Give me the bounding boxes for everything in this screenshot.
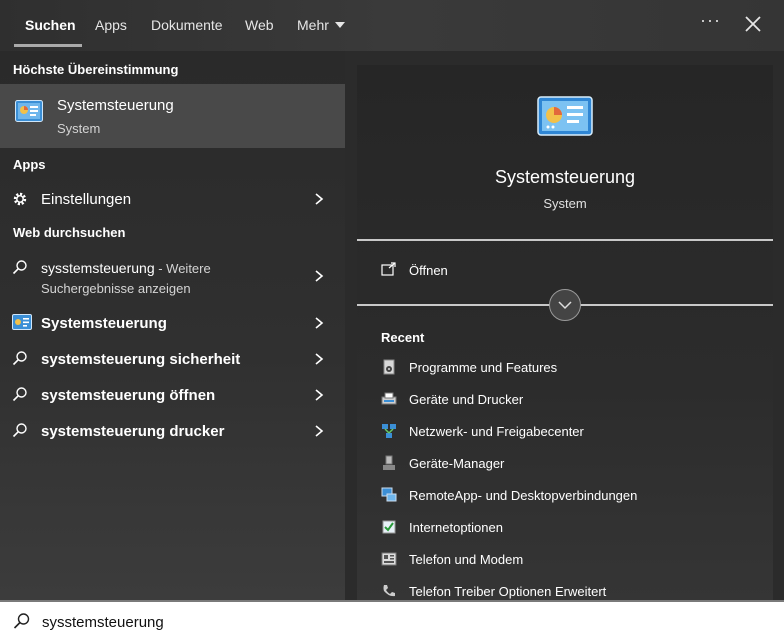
web-query-text: sysstemsteuerung: [41, 260, 155, 276]
recent-item-label: Geräte und Drucker: [409, 392, 524, 407]
active-tab-indicator: [14, 44, 82, 47]
chevron-down-icon: [558, 301, 572, 310]
search-icon: [12, 260, 27, 275]
web-query-suffix: - Weitere: [154, 261, 211, 276]
preview-panel: Systemsteuerung System Öffnen Recent Pro…: [357, 65, 773, 600]
preview-subtitle: System: [543, 196, 587, 211]
close-icon[interactable]: [741, 12, 765, 36]
network-center-icon: [382, 424, 396, 438]
web-item-subline: Suchergebnisse anzeigen: [41, 281, 191, 296]
divider: [357, 239, 773, 241]
web-item-oeffnen[interactable]: systemsteuerung öffnen: [0, 377, 345, 413]
recent-item[interactable]: RemoteApp- und Desktopverbindungen: [357, 483, 773, 511]
web-item-label: sysstemsteuerung - Weitere: [41, 260, 211, 276]
web-item-label: Systemsteuerung: [41, 315, 167, 332]
device-manager-icon: [383, 455, 395, 470]
chevron-right-icon: [315, 389, 324, 401]
chevron-right-icon: [315, 193, 324, 205]
tab-suchen[interactable]: Suchen: [25, 17, 76, 33]
recent-item[interactable]: Programme und Features: [357, 355, 773, 383]
recent-item-label: Geräte-Manager: [409, 456, 505, 471]
recent-item-label: Programme und Features: [409, 360, 558, 375]
recent-item[interactable]: Internetoptionen: [357, 515, 773, 543]
recent-heading: Recent: [381, 330, 425, 345]
caret-down-icon: [334, 22, 345, 28]
tab-mehr-label: Mehr: [297, 17, 329, 33]
web-item-drucker[interactable]: systemsteuerung drucker: [0, 413, 345, 449]
tab-dokumente[interactable]: Dokumente: [151, 17, 223, 33]
devices-printers-icon: [381, 392, 397, 405]
search-tabs-bar: Suchen Apps Dokumente Web Mehr ···: [0, 0, 784, 51]
best-match-heading: Höchste Übereinstimmung: [13, 62, 179, 77]
phone-icon: [383, 585, 395, 597]
recent-item-label: Telefon Treiber Optionen Erweitert: [409, 584, 607, 599]
chevron-right-icon: [315, 317, 324, 329]
control-panel-icon: [15, 100, 43, 122]
open-label: Öffnen: [409, 263, 448, 278]
recent-item[interactable]: Netzwerk- und Freigabecenter: [357, 419, 773, 447]
open-external-icon: [381, 262, 396, 276]
best-match-item[interactable]: Systemsteuerung System: [0, 84, 345, 148]
recent-item[interactable]: Geräte-Manager: [357, 451, 773, 479]
recent-item-label: Telefon und Modem: [409, 552, 524, 567]
best-match-subtitle: System: [57, 121, 101, 136]
recent-item[interactable]: Geräte und Drucker: [357, 387, 773, 415]
web-item-more-results[interactable]: sysstemsteuerung - Weitere Suchergebniss…: [0, 252, 345, 300]
programs-features-icon: [383, 359, 395, 375]
chevron-right-icon: [315, 353, 324, 365]
web-item-label: systemsteuerung drucker: [41, 423, 225, 440]
apps-heading: Apps: [13, 157, 46, 172]
recent-item-label: Internetoptionen: [409, 520, 503, 535]
remote-desktop-icon: [381, 487, 397, 502]
search-icon: [12, 351, 27, 366]
web-item-label: systemsteuerung öffnen: [41, 387, 216, 404]
app-item-label: Einstellungen: [41, 191, 132, 208]
settings-gear-icon: [13, 192, 27, 206]
best-match-title: Systemsteuerung: [57, 97, 174, 114]
tab-apps[interactable]: Apps: [95, 17, 127, 33]
app-item-einstellungen[interactable]: Einstellungen: [0, 181, 345, 217]
search-icon: [12, 387, 27, 402]
internet-options-icon: [382, 520, 396, 534]
search-box[interactable]: [0, 600, 784, 640]
control-panel-icon: [537, 96, 593, 136]
more-options-icon[interactable]: ···: [700, 10, 721, 31]
tab-web[interactable]: Web: [245, 17, 274, 33]
phone-modem-icon: [381, 552, 397, 566]
web-item-systemsteuerung[interactable]: Systemsteuerung: [0, 305, 345, 341]
preview-title: Systemsteuerung: [494, 167, 636, 187]
expand-button[interactable]: [549, 289, 581, 321]
recent-item[interactable]: Telefon und Modem: [357, 547, 773, 575]
results-panel: Höchste Übereinstimmung Systemsteuerung …: [0, 51, 345, 600]
chevron-right-icon: [315, 270, 324, 282]
chevron-right-icon: [315, 425, 324, 437]
recent-item-label: Netzwerk- und Freigabecenter: [409, 424, 584, 439]
search-input[interactable]: [40, 611, 744, 633]
search-icon: [13, 613, 30, 629]
web-item-sicherheit[interactable]: systemsteuerung sicherheit: [0, 341, 345, 377]
tab-mehr[interactable]: Mehr: [297, 17, 345, 33]
recent-item-label: RemoteApp- und Desktopverbindungen: [409, 488, 638, 503]
web-item-label: systemsteuerung sicherheit: [41, 351, 241, 368]
open-button[interactable]: Öffnen: [357, 255, 773, 285]
control-panel-icon: [12, 314, 32, 330]
search-icon: [12, 423, 27, 438]
web-search-heading: Web durchsuchen: [13, 225, 126, 240]
